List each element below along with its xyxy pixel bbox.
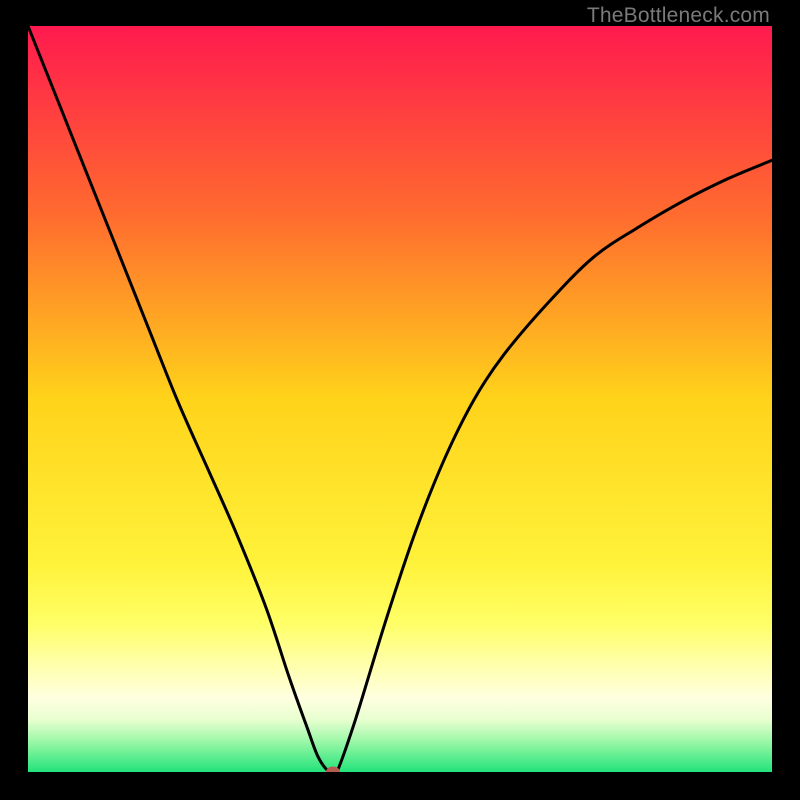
bottleneck-curve <box>28 26 772 772</box>
chart-frame: TheBottleneck.com <box>0 0 800 800</box>
plot-area <box>28 26 772 772</box>
minimum-point-marker <box>326 767 340 773</box>
watermark-text: TheBottleneck.com <box>587 4 770 28</box>
